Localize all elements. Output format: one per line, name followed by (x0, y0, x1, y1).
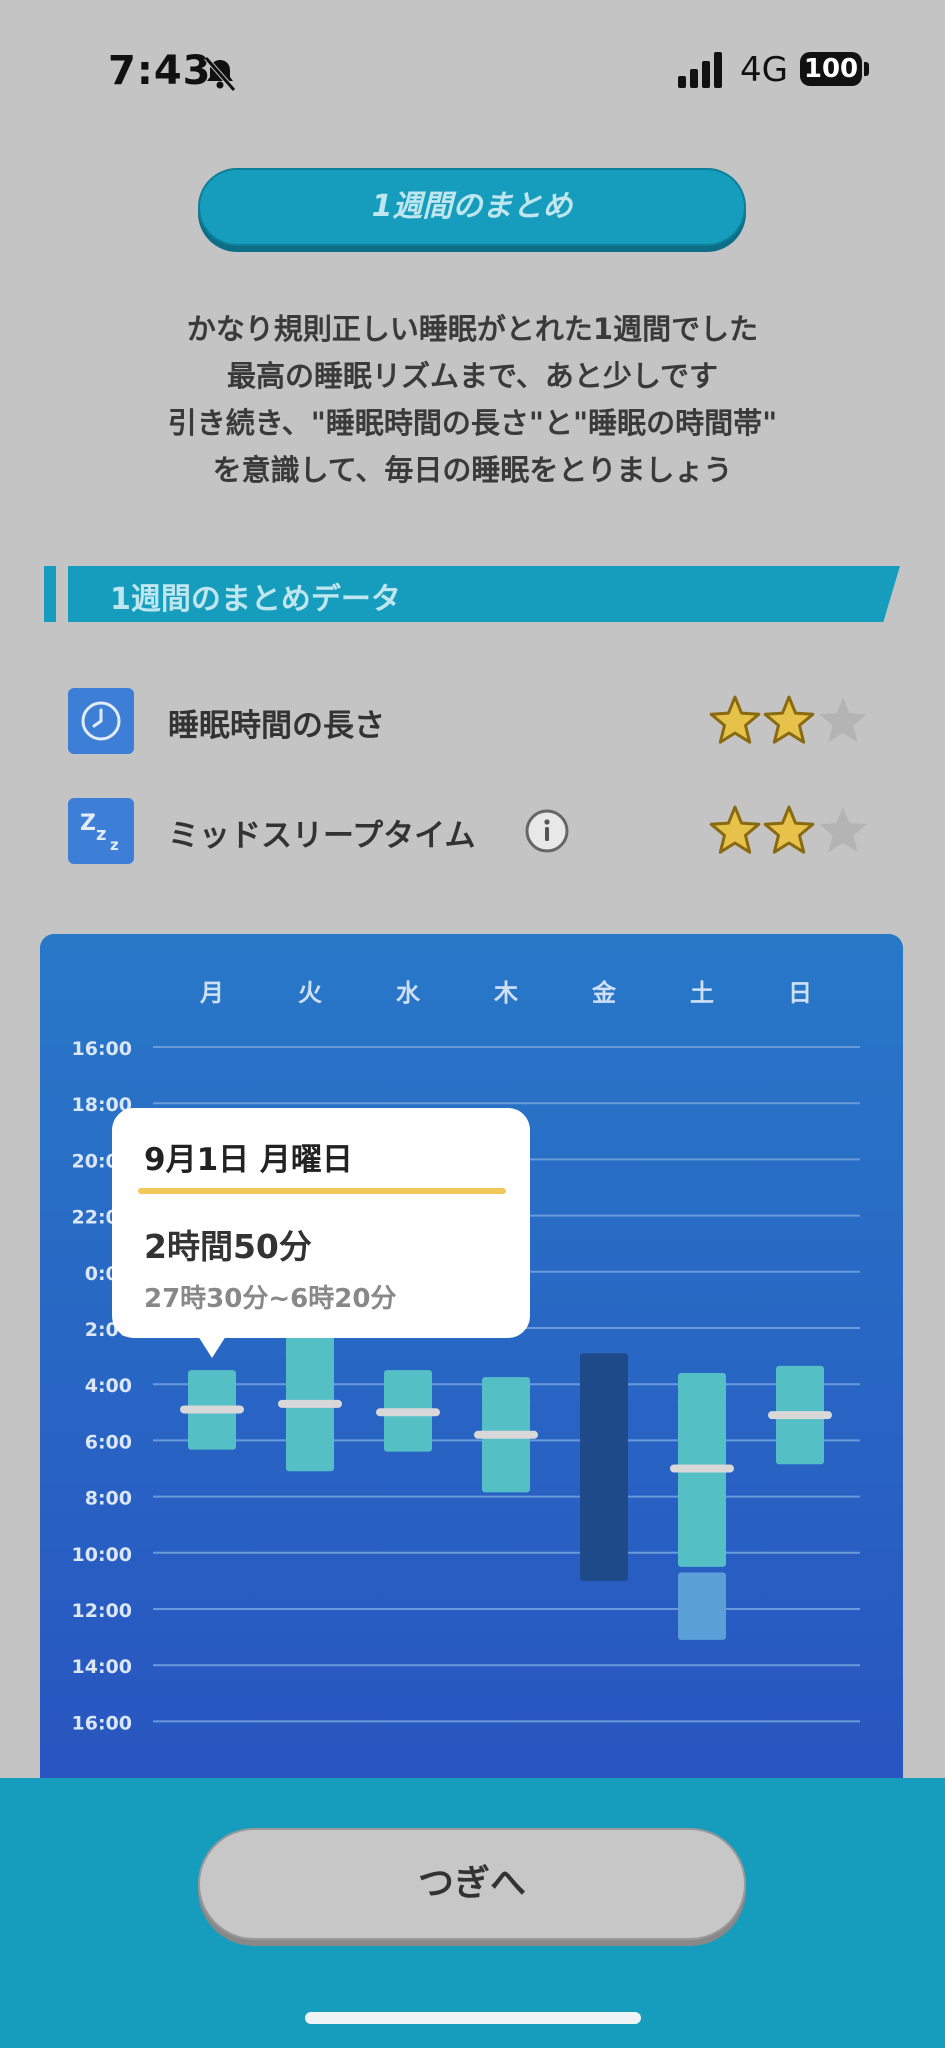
metric-label: ミッドスリープタイム (168, 818, 476, 854)
tooltip-arrow (198, 1336, 226, 1358)
y-tick-label: 10:00 (72, 1544, 132, 1566)
mid-sleep-marker (376, 1408, 440, 1417)
metric-label: 睡眠時間の長さ (168, 708, 385, 744)
day-label: 日 (788, 979, 812, 1007)
y-tick-label: 16:00 (72, 1712, 132, 1734)
day-label: 月 (199, 979, 224, 1007)
status-time: 7:43 (108, 48, 212, 94)
sleep-chart: 月火水木金土日 16:00 18:00 20:00 22:00 0:00 2:00 4:00 6… (40, 934, 903, 1784)
sleep-bar[interactable] (580, 1353, 628, 1581)
summary-title: 1週間のまとめ (371, 189, 573, 224)
status-bar: 7:43 4G 100 (0, 0, 945, 140)
star-filled-icon (763, 805, 815, 854)
metric-row-sleep-duration: 睡眠時間の長さ (68, 688, 868, 754)
star-filled-icon (709, 805, 761, 854)
message-line: 引き続き、"睡眠時間の長さ"と"睡眠の時間帯" (167, 406, 778, 440)
network-type: 4G (740, 50, 788, 90)
clock-icon (68, 688, 134, 754)
home-indicator[interactable] (305, 2012, 641, 2024)
y-tick-label: 8:00 (85, 1488, 132, 1510)
svg-text:z: z (96, 824, 106, 845)
mid-sleep-marker (670, 1464, 734, 1473)
summary-title-pill: 1週間のまとめ (198, 168, 746, 246)
section-accent (44, 566, 56, 622)
star-filled-icon (763, 695, 815, 744)
svg-text:z: z (110, 836, 119, 854)
message-line: を意識して、毎日の睡眠をとりましょう (212, 453, 733, 487)
y-tick-label: 16:00 (72, 1038, 132, 1060)
star-empty-icon (819, 807, 867, 853)
info-icon[interactable] (524, 808, 570, 854)
day-label: 土 (690, 979, 714, 1007)
message-line: 最高の睡眠リズムまで、あと少しです (227, 359, 718, 393)
star-rating (709, 805, 867, 854)
mid-sleep-marker (474, 1430, 538, 1439)
y-tick-label: 4:00 (85, 1375, 132, 1397)
sleep-bar-extra[interactable] (678, 1572, 726, 1640)
day-label: 火 (298, 979, 322, 1007)
section-header: 1週間のまとめデータ (44, 566, 900, 622)
star-rating (709, 695, 867, 744)
section-title: 1週間のまとめデータ (110, 582, 401, 617)
y-tick-label: 6:00 (85, 1431, 132, 1453)
summary-message: かなり規則正しい睡眠がとれた1週間でした 最高の睡眠リズムまで、あと少しです 引… (100, 306, 845, 494)
day-label: 金 (591, 979, 617, 1007)
tooltip-range: 27時30分~6時20分 (144, 1284, 397, 1314)
battery-icon: 100 (800, 52, 862, 86)
mid-sleep-marker (278, 1399, 342, 1408)
next-button-label: つぎへ (417, 1863, 526, 1904)
day-label: 木 (493, 979, 519, 1007)
mid-sleep-marker (180, 1405, 244, 1414)
svg-text:Z: Z (80, 811, 96, 836)
star-empty-icon (819, 697, 867, 743)
metric-row-mid-sleep-time: Z z z ミッドスリープタイム (68, 798, 868, 864)
zzz-icon: Z z z (68, 798, 134, 864)
star-filled-icon (709, 695, 761, 744)
tooltip-divider (138, 1188, 506, 1194)
battery-nub (864, 62, 869, 76)
bell-slash-icon (204, 56, 236, 92)
y-tick-label: 12:00 (72, 1600, 132, 1622)
mid-sleep-marker (768, 1411, 832, 1420)
next-button[interactable]: つぎへ (198, 1828, 746, 1940)
message-line: かなり規則正しい睡眠がとれた1週間でした (186, 312, 759, 346)
sleep-chart-svg: 月火水木金土日16:0018:0020:0022:000:002:004:006… (72, 979, 860, 1734)
signal-icon (678, 52, 722, 88)
day-label: 水 (396, 979, 421, 1007)
tooltip-date: 9月1日 月曜日 (144, 1142, 353, 1178)
y-tick-label: 14:00 (72, 1656, 132, 1678)
tooltip-duration: 2時間50分 (144, 1227, 312, 1266)
day-tooltip: 9月1日 月曜日 2時間50分 27時30分~6時20分 (112, 1108, 530, 1338)
